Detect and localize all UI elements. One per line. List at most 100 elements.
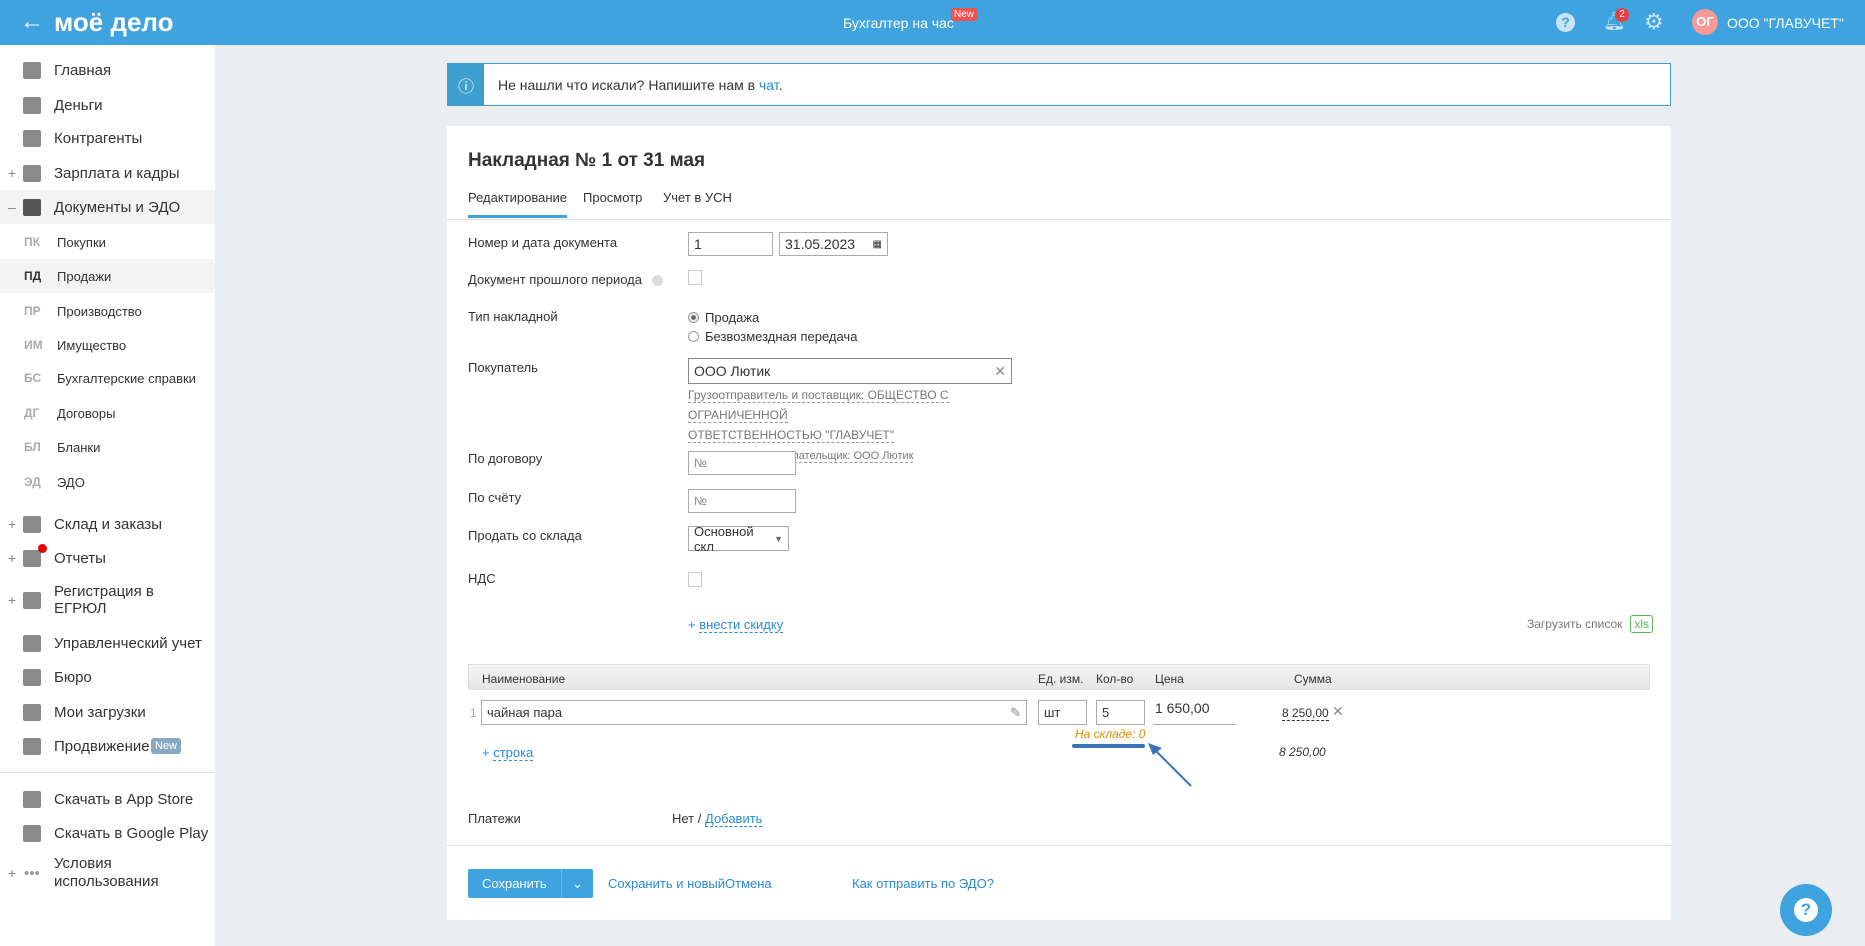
qty-input[interactable]: 5	[1096, 700, 1145, 725]
label-invoice: По счёту	[468, 490, 522, 505]
home-icon	[23, 61, 41, 79]
company-name[interactable]: ООО "ГЛАВУЧЕТ"	[1727, 15, 1844, 31]
expand-icon: +	[8, 865, 17, 881]
item-name: чайная пара	[487, 705, 563, 720]
sidebar-item-appstore[interactable]: Скачать в App Store	[0, 782, 215, 816]
label-past-text: Документ прошлого периода	[468, 272, 642, 287]
calendar-icon[interactable]: ▦	[873, 239, 882, 250]
vat-checkbox[interactable]	[688, 572, 702, 587]
cancel-link[interactable]: Отмена	[725, 876, 772, 891]
add-row-link[interactable]: строка	[493, 745, 534, 761]
edo-help-link[interactable]: Как отправить по ЭДО?	[852, 876, 994, 891]
label: Производство	[57, 303, 142, 319]
label: Контрагенты	[54, 129, 143, 147]
add-discount[interactable]: + внести скидку	[688, 617, 784, 633]
abbr: ПР	[24, 304, 41, 318]
back-arrow-icon[interactable]: ←	[20, 8, 44, 36]
warehouse-select[interactable]: Основной скл ▼	[688, 524, 789, 554]
xls-icon[interactable]: xls	[1630, 615, 1654, 633]
row-sum[interactable]: 8 250,00	[1282, 706, 1329, 721]
sidebar-sub-sales[interactable]: ПД Продажи	[0, 259, 215, 293]
sidebar-item-management[interactable]: Управленческий учет	[0, 626, 215, 660]
accountant-link[interactable]: Бухгалтер на час	[843, 15, 954, 31]
sidebar-item-bureau[interactable]: Бюро	[0, 660, 215, 694]
past-period-checkbox[interactable]	[688, 270, 702, 285]
add-row[interactable]: + строка	[482, 745, 534, 761]
radio-label: Безвозмездная передача	[705, 329, 858, 344]
save-label[interactable]: Сохранить	[468, 869, 561, 898]
sidebar-sub-edo[interactable]: ЭД ЭДО	[0, 465, 215, 499]
logo[interactable]: моё дело	[54, 7, 173, 38]
expand-icon: +	[8, 550, 17, 566]
shipper-link[interactable]: Грузоотправитель и поставщик: ОБЩЕСТВО С…	[688, 388, 949, 423]
shipper-link-cont[interactable]: ОТВЕТСТВЕННОСТЬЮ "ГЛАВУЧЕТ"	[688, 428, 894, 443]
sidebar-item-googleplay[interactable]: Скачать в Google Play	[0, 816, 215, 850]
avatar[interactable]: ОГ	[1692, 9, 1718, 35]
sidebar-item-downloads[interactable]: Мои загрузки	[0, 695, 215, 729]
upload-list[interactable]: Загрузить список xls	[1527, 615, 1654, 633]
page-title: Накладная № 1 от 31 мая	[468, 150, 706, 171]
label: Имущество	[57, 337, 127, 353]
sidebar-sub-property[interactable]: ИМ Имущество	[0, 328, 215, 362]
sidebar-item-money[interactable]: Деньги	[0, 88, 215, 122]
sidebar-sub-contracts[interactable]: ДГ Договоры	[0, 396, 215, 430]
info-icon[interactable]	[651, 275, 663, 287]
save-new-link[interactable]: Сохранить и новый	[608, 876, 725, 891]
briefcase-icon	[23, 668, 41, 686]
label: Бюро	[54, 668, 92, 686]
label: Деньги	[54, 96, 103, 114]
pencil-icon[interactable]: ✎	[1010, 705, 1021, 721]
chevron-down-icon[interactable]: ⌄	[561, 869, 593, 898]
sidebar-sub-forms[interactable]: БЛ Бланки	[0, 430, 215, 464]
plus-icon: +	[688, 617, 700, 632]
radio-sale[interactable]: Продажа	[688, 310, 759, 325]
cart-icon	[23, 515, 41, 533]
divider	[0, 772, 215, 773]
annotation-underline	[1072, 744, 1145, 748]
sidebar-sub-references[interactable]: БС Бухгалтерские справки	[0, 361, 215, 395]
sidebar-sub-purchases[interactable]: ПК Покупки	[0, 225, 215, 259]
date-input[interactable]: 31.05.2023 ▦	[779, 232, 888, 256]
buyer-input[interactable]: ООО Лютик ✕	[688, 358, 1012, 384]
radio-free-transfer[interactable]: Безвозмездная передача	[688, 329, 857, 344]
invoice-input[interactable]: №	[688, 489, 796, 513]
item-name-input[interactable]: чайная пара ✎	[481, 700, 1027, 725]
tab-view[interactable]: Просмотр	[583, 190, 642, 205]
footer-divider	[447, 845, 1671, 846]
sidebar-item-salary[interactable]: + Зарплата и кадры	[0, 156, 215, 190]
tab-usn[interactable]: Учет в УСН	[663, 190, 732, 205]
label: Отчеты	[54, 549, 106, 567]
delete-row-icon[interactable]: ✕	[1332, 703, 1344, 720]
new-badge: New	[151, 738, 182, 754]
add-payment-link[interactable]: Добавить	[705, 811, 763, 827]
sidebar-item-contractors[interactable]: Контрагенты	[0, 121, 215, 155]
sidebar-item-promotion[interactable]: Продвижение New	[0, 729, 215, 763]
sidebar-item-registration[interactable]: + Регистрация в ЕГРЮЛ	[0, 575, 215, 625]
sidebar-item-home[interactable]: Главная	[0, 53, 215, 87]
abbr: ДГ	[24, 406, 40, 420]
chart-icon	[23, 737, 41, 755]
sidebar-item-documents[interactable]: – Документы и ЭДО	[0, 190, 215, 224]
total-sum: 8 250,00	[1279, 745, 1326, 759]
sidebar-sub-production[interactable]: ПР Производство	[0, 294, 215, 328]
chat-link[interactable]: чат	[759, 77, 779, 93]
sidebar-item-terms[interactable]: + ••• Условия использования	[0, 850, 215, 896]
number-input[interactable]: 1	[688, 232, 773, 256]
sidebar-item-warehouse[interactable]: + Склад и заказы	[0, 507, 215, 541]
help-chat-button[interactable]: ?	[1780, 884, 1832, 936]
info-icon: ⓘ	[448, 64, 484, 105]
contract-input[interactable]: №	[688, 451, 796, 475]
label-warehouse: Продать со склада	[468, 528, 582, 543]
discount-link[interactable]: внести скидку	[699, 617, 784, 633]
help-icon[interactable]: ?	[1556, 13, 1575, 32]
unit-input[interactable]: шт	[1038, 700, 1087, 725]
new-badge: New	[951, 8, 978, 21]
tab-edit[interactable]: Редактирование	[468, 190, 568, 218]
price-input[interactable]: 1 650,00	[1153, 700, 1236, 725]
col-name: Наименование	[482, 672, 566, 686]
sidebar-item-reports[interactable]: + Отчеты	[0, 541, 215, 575]
save-button[interactable]: Сохранить ⌄	[468, 869, 593, 898]
clear-icon[interactable]: ✕	[994, 363, 1006, 380]
gear-icon[interactable]: ⚙	[1644, 9, 1664, 35]
registration-icon	[23, 591, 41, 609]
